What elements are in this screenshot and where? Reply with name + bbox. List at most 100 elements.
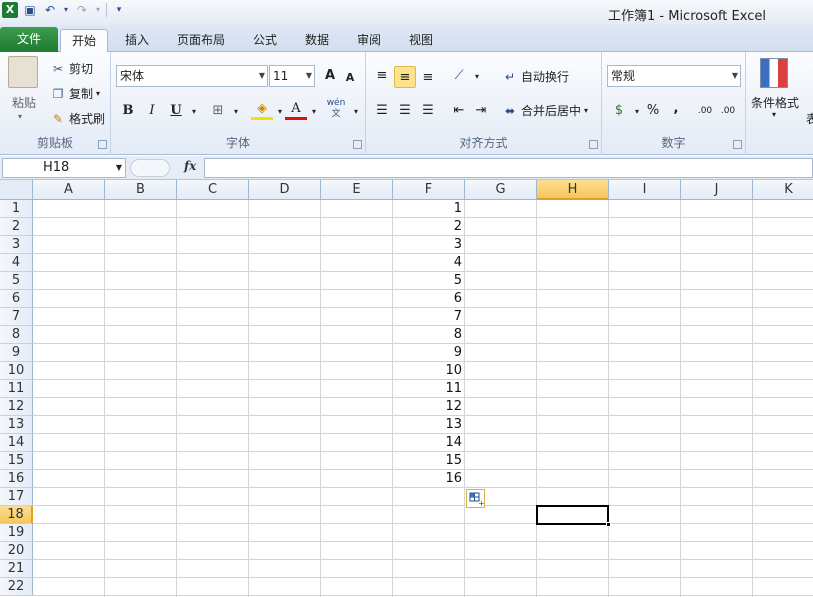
column-header-a[interactable]: A xyxy=(33,180,105,200)
align-left-icon[interactable]: ☰ xyxy=(371,100,393,122)
bold-button[interactable]: B xyxy=(117,100,139,122)
insert-function-button[interactable]: fx xyxy=(184,159,196,173)
row-header-1[interactable]: 1 xyxy=(0,200,33,218)
cut-button[interactable]: ✂ 剪切 xyxy=(50,60,93,77)
row-header-4[interactable]: 4 xyxy=(0,254,33,272)
font-size-dropdown-icon[interactable]: ▼ xyxy=(306,66,312,86)
row-header-15[interactable]: 15 xyxy=(0,452,33,470)
undo-dropdown-icon[interactable]: ▾ xyxy=(62,2,70,18)
paste-dropdown-icon[interactable]: ▾ xyxy=(18,112,22,121)
row-header-8[interactable]: 8 xyxy=(0,326,33,344)
tab-data[interactable]: 数据 xyxy=(294,29,340,52)
row-header-11[interactable]: 11 xyxy=(0,380,33,398)
shrink-font-button[interactable]: A xyxy=(339,67,361,89)
font-size-combo[interactable]: 11 ▼ xyxy=(269,65,315,87)
merge-center-button[interactable]: ⬌ 合并后居中 ▾ xyxy=(502,102,588,119)
merge-dropdown-icon[interactable]: ▾ xyxy=(584,106,588,115)
cell-f15[interactable]: 15 xyxy=(393,452,465,470)
font-name-dropdown-icon[interactable]: ▼ xyxy=(259,66,265,86)
tab-home[interactable]: 开始 xyxy=(60,29,108,52)
row-header-18[interactable]: 18 xyxy=(0,506,33,524)
cell-f13[interactable]: 13 xyxy=(393,416,465,434)
row-header-10[interactable]: 10 xyxy=(0,362,33,380)
select-all-corner[interactable] xyxy=(0,180,33,200)
copy-dropdown-icon[interactable]: ▾ xyxy=(96,89,100,98)
decrease-indent-icon[interactable]: ⇤ xyxy=(448,100,470,122)
row-header-16[interactable]: 16 xyxy=(0,470,33,488)
column-header-e[interactable]: E xyxy=(321,180,393,200)
row-header-13[interactable]: 13 xyxy=(0,416,33,434)
active-cell-selection[interactable] xyxy=(536,505,609,525)
undo-icon[interactable]: ↶ xyxy=(42,2,58,18)
tab-review[interactable]: 审阅 xyxy=(346,29,392,52)
tab-formulas[interactable]: 公式 xyxy=(242,29,288,52)
cell-f11[interactable]: 11 xyxy=(393,380,465,398)
row-header-9[interactable]: 9 xyxy=(0,344,33,362)
cell-f3[interactable]: 3 xyxy=(393,236,465,254)
paste-icon[interactable] xyxy=(8,56,38,88)
name-box[interactable]: H18 ▼ xyxy=(2,158,126,178)
phonetic-dropdown-icon[interactable]: ▾ xyxy=(345,101,367,123)
cell-f16[interactable]: 16 xyxy=(393,470,465,488)
cell-f4[interactable]: 4 xyxy=(393,254,465,272)
fill-handle[interactable] xyxy=(606,522,611,527)
column-header-b[interactable]: B xyxy=(105,180,177,200)
align-middle-icon[interactable]: ≡ xyxy=(394,66,416,88)
cell-f2[interactable]: 2 xyxy=(393,218,465,236)
save-icon[interactable]: ▣ xyxy=(22,2,38,18)
column-header-g[interactable]: G xyxy=(465,180,537,200)
name-box-dropdown-icon[interactable]: ▼ xyxy=(116,159,122,177)
underline-dropdown-icon[interactable]: ▾ xyxy=(183,101,205,123)
row-header-22[interactable]: 22 xyxy=(0,578,33,596)
format-painter-button[interactable]: ✎ 格式刷 xyxy=(50,110,105,127)
row-header-19[interactable]: 19 xyxy=(0,524,33,542)
number-format-dropdown-icon[interactable]: ▼ xyxy=(732,66,738,86)
cell-f12[interactable]: 12 xyxy=(393,398,465,416)
redo-icon[interactable]: ↷ xyxy=(74,2,90,18)
tab-page-layout[interactable]: 页面布局 xyxy=(168,29,234,52)
decrease-decimal-button[interactable]: .00 xyxy=(717,100,739,122)
cell-f9[interactable]: 9 xyxy=(393,344,465,362)
format-as-table-button[interactable]: 表 xyxy=(806,110,813,127)
excel-logo-icon[interactable]: X xyxy=(2,2,18,18)
font-launcher-icon[interactable] xyxy=(353,140,362,149)
row-header-12[interactable]: 12 xyxy=(0,398,33,416)
cell-f8[interactable]: 8 xyxy=(393,326,465,344)
column-header-i[interactable]: I xyxy=(609,180,681,200)
wrap-text-button[interactable]: ↵ 自动换行 xyxy=(502,68,569,85)
cell-f6[interactable]: 6 xyxy=(393,290,465,308)
cell-f5[interactable]: 5 xyxy=(393,272,465,290)
cell-f10[interactable]: 10 xyxy=(393,362,465,380)
column-header-k[interactable]: K xyxy=(753,180,813,200)
conditional-formatting-button[interactable]: 条件格式 xyxy=(751,94,799,111)
copy-button[interactable]: ❐ 复制 ▾ xyxy=(50,85,100,102)
row-header-3[interactable]: 3 xyxy=(0,236,33,254)
increase-decimal-button[interactable]: .00 xyxy=(694,100,716,122)
grow-font-button[interactable]: A xyxy=(319,65,341,87)
formula-input[interactable] xyxy=(204,158,813,178)
row-header-21[interactable]: 21 xyxy=(0,560,33,578)
row-header-2[interactable]: 2 xyxy=(0,218,33,236)
row-header-20[interactable]: 20 xyxy=(0,542,33,560)
increase-indent-icon[interactable]: ⇥ xyxy=(470,100,492,122)
clipboard-launcher-icon[interactable] xyxy=(98,140,107,149)
cell-f1[interactable]: 1 xyxy=(393,200,465,218)
tab-file[interactable]: 文件 xyxy=(0,27,58,52)
row-header-17[interactable]: 17 xyxy=(0,488,33,506)
font-color-dropdown-icon[interactable]: ▾ xyxy=(303,101,325,123)
customize-qat-icon[interactable]: ▾ xyxy=(111,2,127,18)
row-header-7[interactable]: 7 xyxy=(0,308,33,326)
redo-dropdown-icon[interactable]: ▾ xyxy=(94,2,102,18)
align-bottom-icon[interactable]: ≡ xyxy=(417,67,439,89)
number-launcher-icon[interactable] xyxy=(733,140,742,149)
align-center-icon[interactable]: ☰ xyxy=(394,100,416,122)
italic-button[interactable]: I xyxy=(141,100,163,122)
borders-dropdown-icon[interactable]: ▾ xyxy=(225,101,247,123)
alignment-launcher-icon[interactable] xyxy=(589,140,598,149)
phonetic-button[interactable]: wén 文 xyxy=(325,98,347,120)
font-name-combo[interactable]: 宋体 ▼ xyxy=(116,65,268,87)
orientation-dropdown-icon[interactable]: ▾ xyxy=(466,66,488,88)
comma-button[interactable]: , xyxy=(665,98,687,120)
conditional-formatting-icon[interactable] xyxy=(760,58,788,88)
tab-insert[interactable]: 插入 xyxy=(114,29,160,52)
